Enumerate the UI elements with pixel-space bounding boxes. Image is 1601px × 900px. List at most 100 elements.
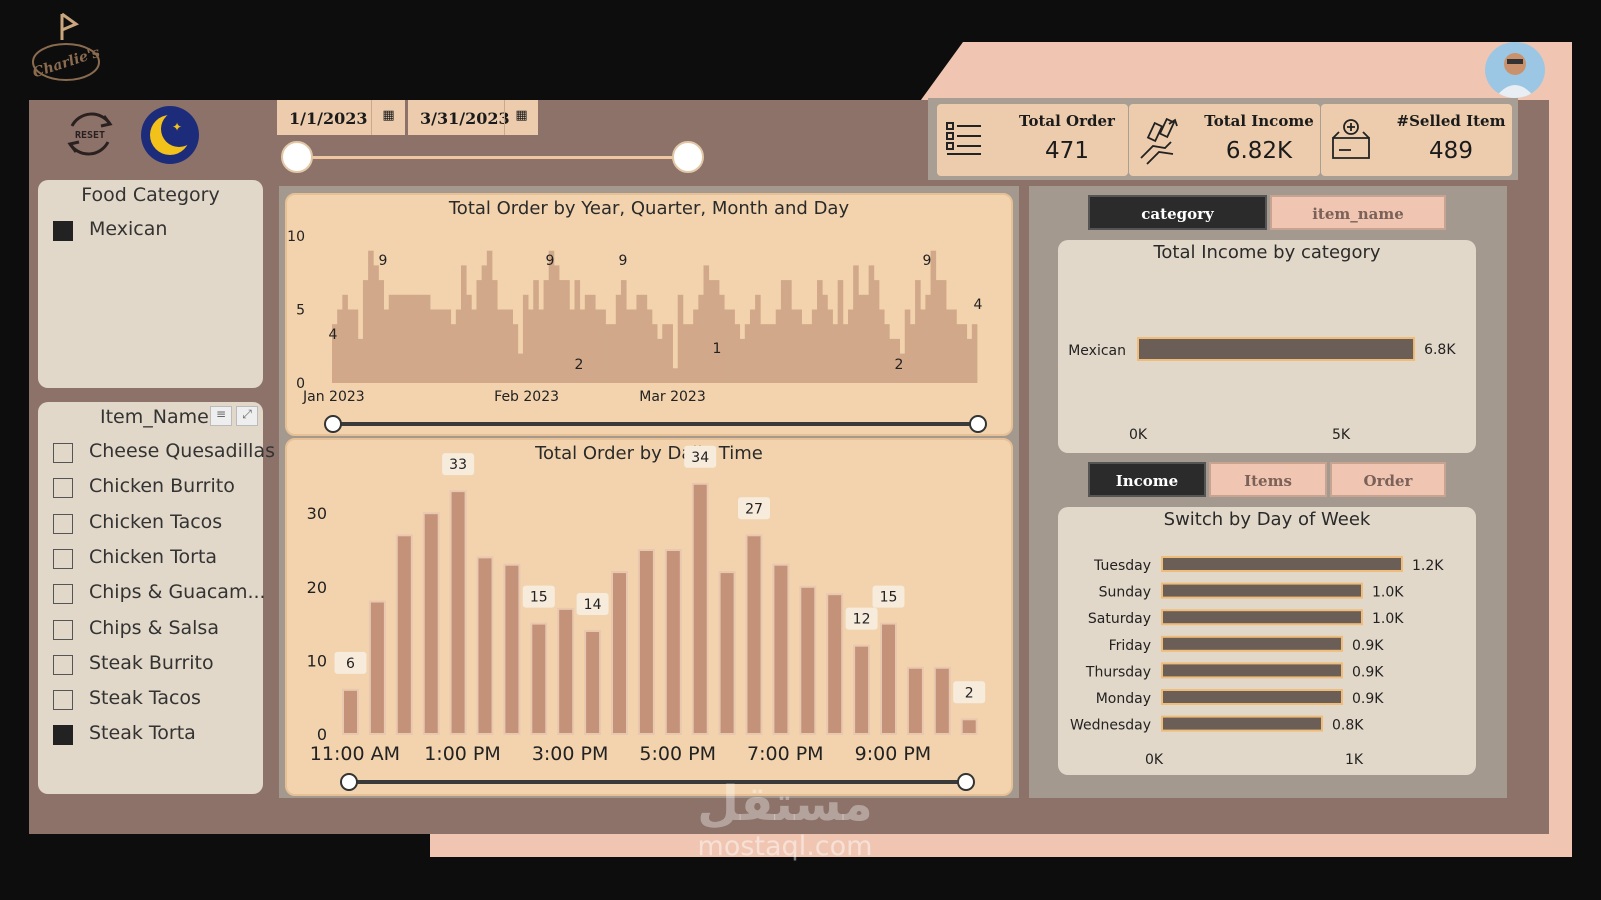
- date-slider-start-handle[interactable]: [281, 141, 313, 173]
- daily-bar: [543, 280, 550, 383]
- range-slider-end-handle: [957, 773, 975, 791]
- checkbox[interactable]: [53, 443, 73, 463]
- money-hand-icon: [1140, 118, 1178, 165]
- daily-bar: [657, 338, 663, 383]
- x-tick-label: 1K: [1345, 752, 1364, 768]
- moon-icon[interactable]: ✦: [140, 105, 200, 165]
- slicer-item-label: Chicken Tacos: [89, 510, 223, 533]
- calendar-icon[interactable]: ▦: [371, 100, 405, 135]
- y-tick-label: 20: [307, 578, 327, 597]
- expand-icon[interactable]: ⤢: [236, 406, 258, 426]
- date-slider-track[interactable]: [296, 156, 688, 159]
- day-bar: [1161, 662, 1343, 679]
- checkbox[interactable]: [53, 725, 73, 746]
- daily-bar: [817, 280, 823, 383]
- data-label: 0.8K: [1332, 718, 1364, 734]
- day-label: Wednesday: [1070, 718, 1151, 734]
- daily-bar: [796, 309, 802, 383]
- daily-bar: [884, 324, 890, 383]
- y-tick-label: 10: [307, 651, 327, 670]
- daily-bar: [450, 324, 457, 383]
- daily-bar: [925, 294, 931, 383]
- data-label: 0.9K: [1352, 691, 1384, 707]
- y-tick-label: 30: [307, 504, 327, 523]
- daily-bar: [626, 309, 632, 383]
- kpi-value: 471: [1045, 138, 1089, 164]
- day-bar: [1161, 689, 1343, 705]
- time-bar: [772, 563, 790, 735]
- daily-bar: [878, 309, 885, 383]
- daily-bar: [853, 265, 859, 383]
- daily-bar: [445, 309, 452, 383]
- end-date-input[interactable]: 3/31/2023 ▦: [408, 100, 538, 135]
- daily-bar: [497, 309, 503, 383]
- weekday-plot: Tuesday 1.2K Sunday 1.0K Saturday 1.0K Friday 0…: [1070, 556, 1444, 768]
- x-tick-label: 5:00 PM: [639, 743, 716, 765]
- range-slider-end-handle: [969, 415, 987, 433]
- daily-bar: [837, 280, 844, 383]
- daily-bar: [414, 294, 421, 383]
- daily-bar: [791, 309, 797, 383]
- checkbox[interactable]: [53, 221, 73, 241]
- checkbox[interactable]: [53, 548, 73, 569]
- checkbox[interactable]: [53, 584, 73, 605]
- day-bar: [1161, 556, 1403, 572]
- daily-bar: [404, 294, 410, 383]
- date-slider-end-handle[interactable]: [672, 141, 704, 173]
- order-switch-button[interactable]: Order: [1330, 462, 1446, 497]
- slicer-item-label: Chicken Burrito: [89, 475, 235, 498]
- daily-bar: [780, 280, 787, 383]
- daily-bar: [667, 324, 673, 383]
- daily-bar: [373, 265, 379, 383]
- daily-bar: [734, 324, 741, 383]
- y-tick-label: 5: [296, 303, 305, 319]
- time-bar: [368, 600, 386, 735]
- daily-bar: [682, 324, 689, 383]
- daily-bar: [688, 324, 694, 383]
- daily-bar: [940, 280, 947, 383]
- daily-bar: [708, 280, 715, 383]
- peach-accent-top: [918, 42, 1572, 104]
- item-name-switch-button[interactable]: item_name: [1270, 195, 1446, 230]
- reset-button[interactable]: RESET: [60, 104, 120, 164]
- x-tick-label: 5K: [1332, 427, 1351, 443]
- daily-bar: [935, 280, 942, 383]
- data-label: 2: [575, 357, 584, 373]
- category-switch-button[interactable]: category: [1088, 195, 1267, 230]
- data-label: 9: [546, 253, 555, 269]
- filter-icon[interactable]: ≡: [210, 406, 232, 426]
- income-switch-button[interactable]: Income: [1088, 462, 1206, 497]
- daily-bar: [832, 324, 839, 383]
- data-label: 1: [713, 341, 722, 357]
- day-bar: [1161, 635, 1343, 652]
- checkbox[interactable]: [53, 478, 73, 499]
- kpi-total-income: Total Income 6.82K: [1129, 104, 1320, 176]
- data-label: 0.9K: [1352, 664, 1384, 680]
- daily-bar: [946, 309, 952, 383]
- checkbox[interactable]: [53, 513, 73, 534]
- avatar[interactable]: [1485, 42, 1545, 98]
- checkbox[interactable]: [53, 619, 73, 640]
- items-switch-button[interactable]: Items: [1209, 462, 1327, 497]
- daily-bar: [419, 294, 426, 383]
- daily-bar: [615, 294, 622, 383]
- checkbox[interactable]: [53, 654, 73, 675]
- income-bar: [1137, 337, 1416, 361]
- checkbox[interactable]: [53, 690, 73, 711]
- kpi-label: Total Income: [1204, 112, 1314, 130]
- time-bar: [395, 534, 413, 735]
- slicer-item-label: Steak Burrito: [89, 651, 214, 674]
- day-label: Friday: [1109, 638, 1151, 654]
- daily-bar: [595, 309, 601, 383]
- data-label: 9: [379, 253, 388, 269]
- daily-bar: [904, 309, 911, 383]
- daily-bar: [559, 280, 565, 383]
- svg-text:✦: ✦: [172, 120, 182, 134]
- calendar-icon[interactable]: ▦: [504, 100, 538, 135]
- daily-bar: [873, 280, 880, 383]
- daily-bar: [641, 294, 648, 383]
- daily-bar: [620, 280, 627, 383]
- start-date-input[interactable]: 1/1/2023 ▦: [277, 100, 405, 135]
- kpi-value: 489: [1429, 138, 1473, 164]
- daily-bar: [357, 338, 364, 383]
